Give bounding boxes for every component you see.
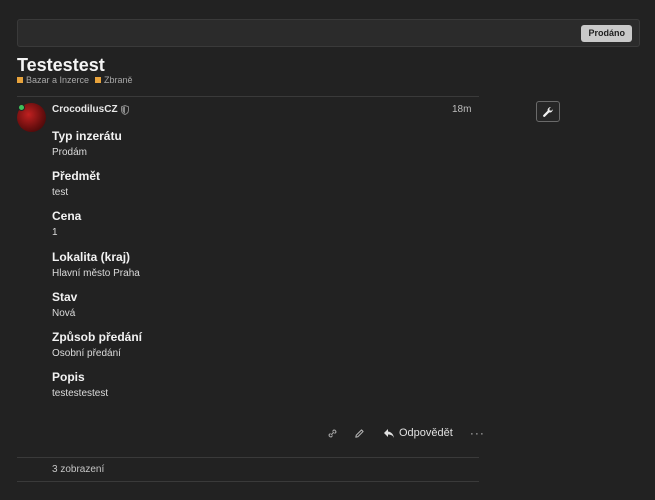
wrench-icon: [543, 106, 553, 117]
field-popis: Popis testestestest: [52, 369, 142, 409]
divider: [17, 457, 479, 458]
post-time[interactable]: 18m: [452, 104, 471, 115]
field-cena: Cena 1: [52, 208, 142, 248]
link-icon: [328, 429, 336, 437]
field-value: 1: [52, 227, 58, 239]
post-actions: Odpovědět ···: [326, 426, 485, 440]
field-label: Stav: [52, 289, 78, 304]
category-badge-zbrane[interactable]: Zbraně: [95, 75, 133, 85]
more-icon[interactable]: ···: [470, 426, 485, 440]
field-label: Typ inzerátu: [52, 129, 122, 143]
edit-button[interactable]: [353, 427, 365, 439]
divider: [17, 96, 479, 97]
post-fields: Typ inzerátu Prodám Předmět test Cena 1 …: [52, 128, 142, 409]
field-value: testestestest: [52, 388, 109, 400]
category-list: Bazar a Inzerce Zbraně: [17, 75, 133, 85]
admin-wrench-button[interactable]: [536, 101, 560, 122]
field-value: Nová: [52, 307, 76, 319]
field-label: Cena: [52, 209, 82, 224]
category-color-square: [95, 77, 102, 83]
field-value: Hlavní město Praha: [52, 267, 140, 279]
category-color-square: [17, 77, 23, 83]
category-label: Zbraně: [104, 75, 133, 85]
reply-icon: [384, 428, 394, 438]
field-stav: Stav Nová: [52, 289, 142, 329]
post-username[interactable]: CrocodilusCZ: [52, 104, 118, 115]
field-predmet: Předmět test: [52, 168, 142, 208]
divider: [17, 481, 479, 482]
topic-status-bar: Prodáno: [17, 19, 640, 47]
field-typ-inzeratu: Typ inzerátu Prodám: [52, 128, 142, 168]
field-lokalita: Lokalita (kraj) Hlavní město Praha: [52, 249, 142, 289]
reply-label: Odpovědět: [399, 427, 453, 439]
field-label: Způsob předání: [52, 329, 142, 344]
category-label: Bazar a Inzerce: [26, 75, 90, 85]
field-zpusob-predani: Způsob předání Osobní předání: [52, 329, 142, 369]
field-label: Lokalita (kraj): [52, 249, 131, 264]
field-value: Prodám: [52, 147, 88, 158]
pencil-icon: [354, 428, 364, 438]
reply-button[interactable]: Odpovědět: [383, 427, 453, 439]
field-value: test: [52, 187, 69, 199]
topic-title: Testestest: [17, 55, 105, 75]
category-badge-bazar[interactable]: Bazar a Inzerce: [17, 75, 89, 85]
sold-button[interactable]: Prodáno: [581, 25, 632, 42]
field-value: Osobní předání: [52, 347, 121, 359]
online-status-indicator: [18, 104, 25, 111]
shield-icon: [121, 105, 129, 115]
copy-link-button[interactable]: [326, 427, 338, 439]
field-label: Popis: [52, 370, 85, 385]
field-label: Předmět: [52, 169, 101, 184]
view-count: 3 zobrazení: [52, 464, 105, 475]
